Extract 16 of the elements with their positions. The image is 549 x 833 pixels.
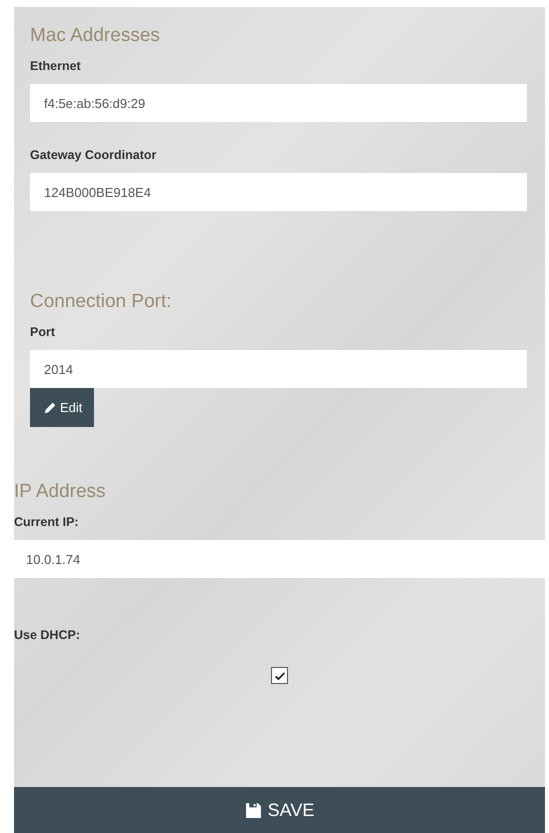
input-field[interactable]: 10.0.1.74 (14, 540, 545, 578)
field-label: Current IP: (14, 515, 80, 529)
pencil-icon (43, 400, 57, 414)
field-label: Ethernet (30, 59, 82, 73)
input-field[interactable]: 2014 (30, 350, 527, 388)
edit-button[interactable]: Edit (30, 388, 94, 427)
field-label: Gateway Coordinator (30, 148, 158, 162)
save-button[interactable]: SAVE (14, 787, 545, 833)
section-title: Connection Port: (30, 291, 173, 313)
input-field[interactable]: 124B000BE918E4 (30, 173, 527, 211)
input-field[interactable]: f4:5e:ab:56:d9:29 (30, 84, 527, 122)
section-title: Mac Addresses (30, 25, 161, 47)
checkbox[interactable] (271, 667, 288, 684)
field-label: Port (30, 325, 56, 339)
field-label: Use DHCP: (14, 628, 81, 642)
section-title: IP Address (14, 481, 107, 503)
